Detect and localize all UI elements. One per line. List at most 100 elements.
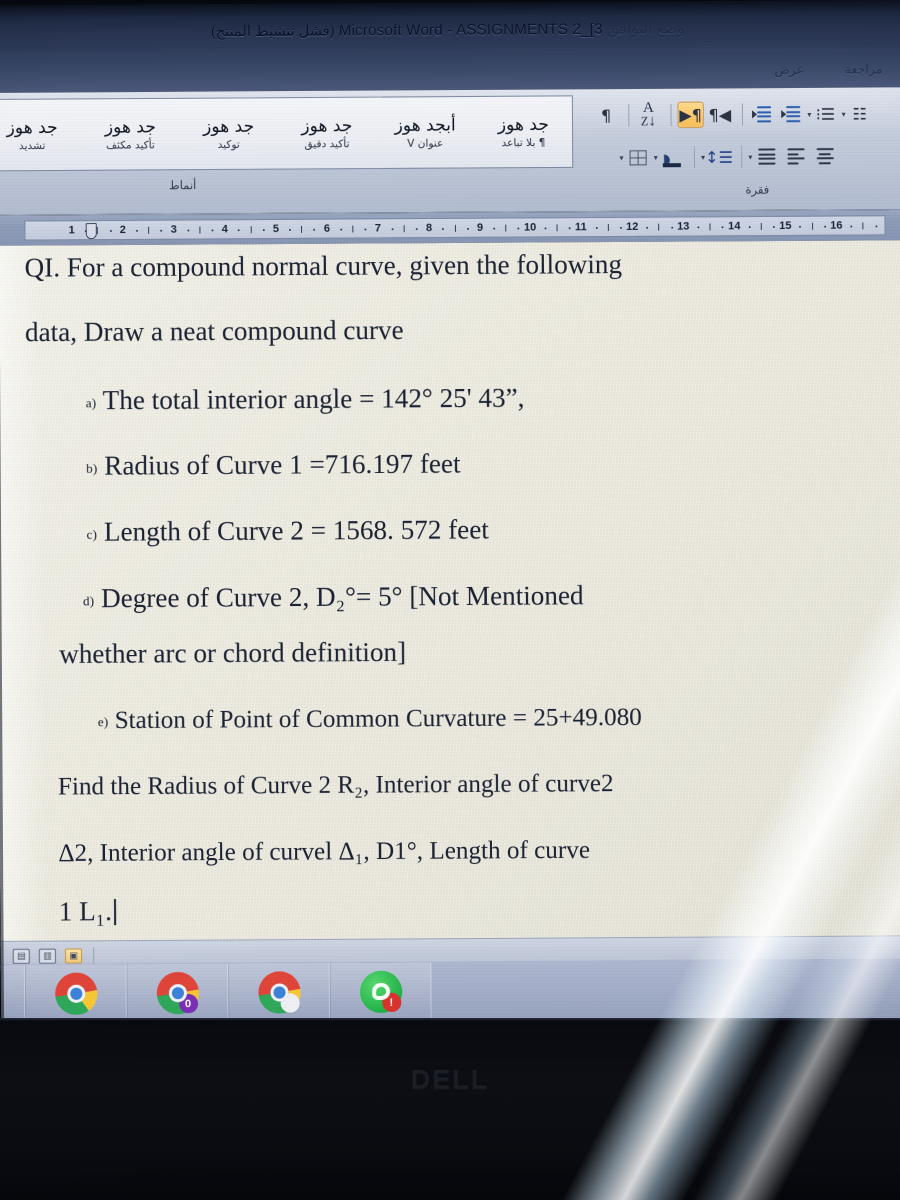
ribbon-tab-strip: عرض مراجعة bbox=[0, 51, 900, 93]
ruler-tick-dot bbox=[493, 227, 496, 230]
ruler-number: 14 bbox=[728, 220, 741, 233]
tab-review[interactable]: مراجعة bbox=[845, 61, 883, 76]
ruler-tick-dot bbox=[850, 225, 853, 228]
line-spacing-icon[interactable]: ↕☰ bbox=[705, 144, 733, 170]
align-justify-icon[interactable] bbox=[753, 143, 779, 169]
taskbar-item-whatsapp[interactable]: ! bbox=[329, 962, 432, 1022]
style-item-subtle-emphasis[interactable]: جد هوز تأكيد دقيق bbox=[277, 98, 376, 169]
ruler-tick-dot bbox=[517, 227, 520, 230]
ruler-half-tick bbox=[556, 224, 558, 232]
styles-gallery[interactable]: جد هوز ¶ بلا تباعد أبجد هوز عنوان V جد ه… bbox=[0, 95, 574, 172]
item-text-c: Length of Curve 2 = 1568. 572 feet bbox=[103, 514, 489, 547]
taskbar-item-chrome-3[interactable] bbox=[228, 963, 331, 1023]
style-item-no-spacing[interactable]: جد هوز ¶ بلا تباعد bbox=[474, 96, 573, 167]
numbered-list-icon[interactable]: ☷ bbox=[847, 101, 873, 127]
ruler-half-tick bbox=[811, 222, 813, 230]
item-label-a: a) bbox=[85, 395, 97, 411]
item-text-d: Degree of Curve 2, D₂°= 5° [Not Mentione… bbox=[100, 580, 584, 614]
taskbar: 0 ! bbox=[0, 958, 900, 1025]
document-body[interactable]: QI. For a compound normal curve, given t… bbox=[0, 240, 900, 946]
ruler-half-tick bbox=[352, 225, 354, 233]
ribbon: جد هوز ¶ بلا تباعد أبجد هوز عنوان V جد ه… bbox=[0, 87, 900, 216]
notification-badge: 0 bbox=[178, 994, 198, 1014]
paragraph-q1-line2: data, Draw a neat compound curve bbox=[24, 314, 404, 348]
ruler-tick-dot bbox=[748, 226, 751, 229]
ruler-tick-dot bbox=[160, 229, 163, 232]
ruler-number: 5 bbox=[272, 222, 279, 236]
ruler-number: 13 bbox=[677, 220, 690, 233]
document-page[interactable]: QI. For a compound normal curve, given t… bbox=[0, 240, 900, 946]
ruler-half-tick bbox=[301, 225, 303, 233]
borders-icon[interactable] bbox=[624, 144, 650, 170]
ruler-number: 11 bbox=[574, 221, 587, 234]
chevron-down-icon[interactable]: ▾ bbox=[842, 109, 846, 118]
ruler-number: 12 bbox=[625, 220, 639, 233]
ruler-half-tick bbox=[709, 223, 711, 231]
ruler-tick-dot bbox=[262, 229, 265, 232]
ruler-half-tick bbox=[607, 223, 609, 231]
paragraph-row-top: ¶ A Z↓ ▶¶ ¶◀ ▾ ⁝☰ ▾ ☷ bbox=[585, 93, 900, 135]
sort-az-icon[interactable]: A Z↓ bbox=[635, 100, 661, 129]
paragraph-item-b: b) Radius of Curve 1 =716.197 feet bbox=[86, 446, 900, 480]
chevron-down-icon[interactable]: ▾ bbox=[807, 110, 811, 119]
taskbar-item-window[interactable] bbox=[0, 964, 26, 1024]
style-sample: جد هوز bbox=[301, 115, 353, 137]
chrome-icon: 0 bbox=[156, 971, 199, 1015]
increase-indent-icon[interactable] bbox=[778, 101, 804, 127]
ruler-number: 2 bbox=[119, 223, 126, 236]
ruler-tick-dot bbox=[187, 229, 190, 232]
reading-view-icon[interactable]: ▥ bbox=[38, 948, 57, 964]
taskbar-item-chrome-1[interactable] bbox=[24, 964, 127, 1024]
ruler-tick-dot bbox=[238, 229, 241, 232]
paragraph-dialog-launcher-icon[interactable]: ⌐ bbox=[593, 176, 900, 210]
divider bbox=[670, 103, 672, 126]
ruler-tick-dot bbox=[799, 225, 802, 228]
text-cursor bbox=[113, 898, 116, 926]
ruler-half-tick bbox=[199, 226, 201, 234]
ruler-number: 4 bbox=[221, 223, 228, 236]
align-center-icon[interactable] bbox=[812, 143, 838, 169]
chevron-down-icon[interactable]: ▾ bbox=[654, 153, 658, 162]
ruler-number: 1 bbox=[68, 224, 75, 237]
ruler-number: 10 bbox=[523, 221, 537, 234]
chevron-down-icon[interactable]: ▾ bbox=[619, 153, 623, 162]
divider bbox=[93, 947, 95, 965]
pilcrow-icon[interactable]: ¶ bbox=[593, 102, 619, 128]
print-layout-icon[interactable]: ▤ bbox=[12, 948, 30, 964]
style-sample: جد هوز bbox=[104, 117, 156, 138]
item-label-b: b) bbox=[86, 460, 98, 476]
decrease-indent-icon[interactable] bbox=[749, 101, 775, 127]
paragraph-group: ¶ A Z↓ ▶¶ ¶◀ ▾ ⁝☰ ▾ ☷ ▾ ▾ ◗ ▾ ↕☰ ▾ bbox=[585, 89, 900, 177]
tab-view[interactable]: عرض bbox=[774, 62, 804, 77]
ruler-tick-dot bbox=[670, 226, 673, 229]
shading-icon[interactable]: ◗ bbox=[659, 144, 685, 170]
paragraph-item-a: a) The total interior angle = 142° 25' 4… bbox=[86, 381, 900, 415]
style-item-strong[interactable]: جد هوز تشديد bbox=[0, 99, 81, 170]
taskbar-item-chrome-2[interactable]: 0 bbox=[126, 963, 229, 1023]
notification-badge bbox=[280, 993, 300, 1013]
ruler-tick-dot bbox=[697, 226, 700, 229]
divider bbox=[693, 145, 696, 169]
ruler-number: 3 bbox=[170, 223, 177, 236]
style-item-heading[interactable]: أبجد هوز عنوان V bbox=[375, 97, 474, 168]
window-title: (فشل تنشيط المنتج) Microsoft Word - ASSI… bbox=[0, 18, 900, 42]
ruler-number: 6 bbox=[323, 222, 331, 235]
ruler-tick-dot bbox=[721, 226, 724, 229]
ruler-track[interactable]: 1 2 3 4 5 6 7 8 9 10 11 12 13 14 15 16 bbox=[24, 215, 886, 241]
multilevel-list-icon[interactable]: ⁝☰ bbox=[812, 101, 838, 127]
web-layout-icon[interactable]: ▣ bbox=[64, 948, 83, 964]
chevron-down-icon[interactable]: ▾ bbox=[748, 152, 752, 161]
ruler-tick-dot bbox=[211, 229, 214, 232]
align-right-icon[interactable] bbox=[782, 143, 808, 169]
ruler-half-tick bbox=[454, 224, 456, 232]
ruler-half-tick bbox=[658, 223, 660, 231]
paragraph-row-bottom: ▾ ▾ ◗ ▾ ↕☰ ▾ bbox=[585, 136, 900, 178]
ruler-half-tick bbox=[148, 226, 150, 234]
ruler-half-tick bbox=[403, 225, 405, 233]
style-item-emphasis[interactable]: جد هوز توكيد bbox=[179, 98, 278, 169]
style-item-intense-emphasis[interactable]: جد هوز تأكيد مكثف bbox=[81, 99, 180, 170]
indent-marker[interactable] bbox=[85, 223, 97, 240]
ltr-text-direction-icon[interactable]: ¶◀ bbox=[707, 101, 733, 127]
window-title-document: ASSIGNMENTS 2_[3 bbox=[455, 20, 603, 39]
rtl-text-direction-icon[interactable]: ▶¶ bbox=[677, 101, 704, 128]
